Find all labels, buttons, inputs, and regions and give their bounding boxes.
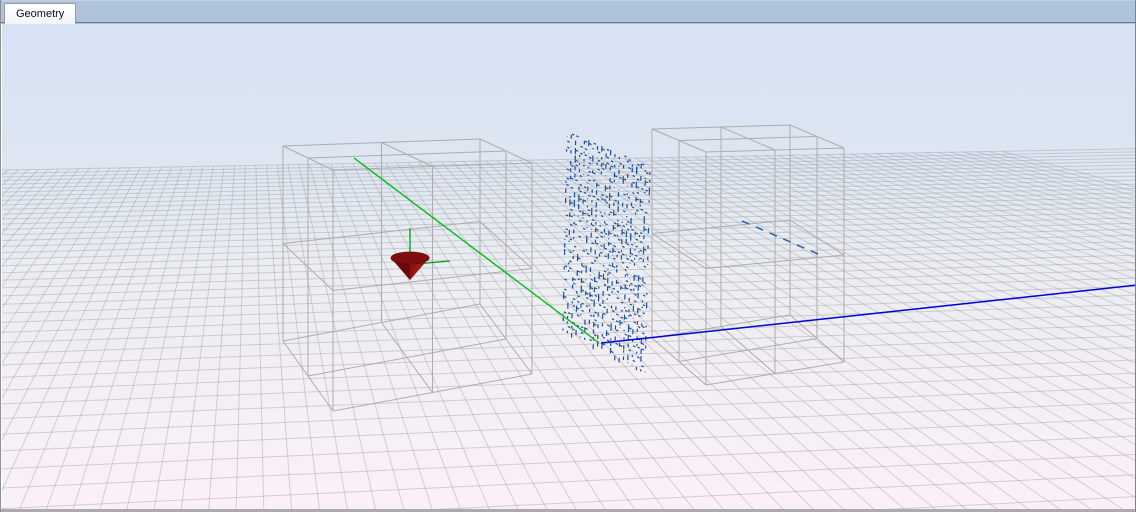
viewport-3d[interactable] [1,24,1136,509]
cone-top [391,252,429,264]
tab-bar: Geometry [1,0,1135,23]
geometry-canvas[interactable] [1,24,1136,509]
application-window: Geometry [0,0,1136,512]
tab-geometry[interactable]: Geometry [4,3,76,24]
